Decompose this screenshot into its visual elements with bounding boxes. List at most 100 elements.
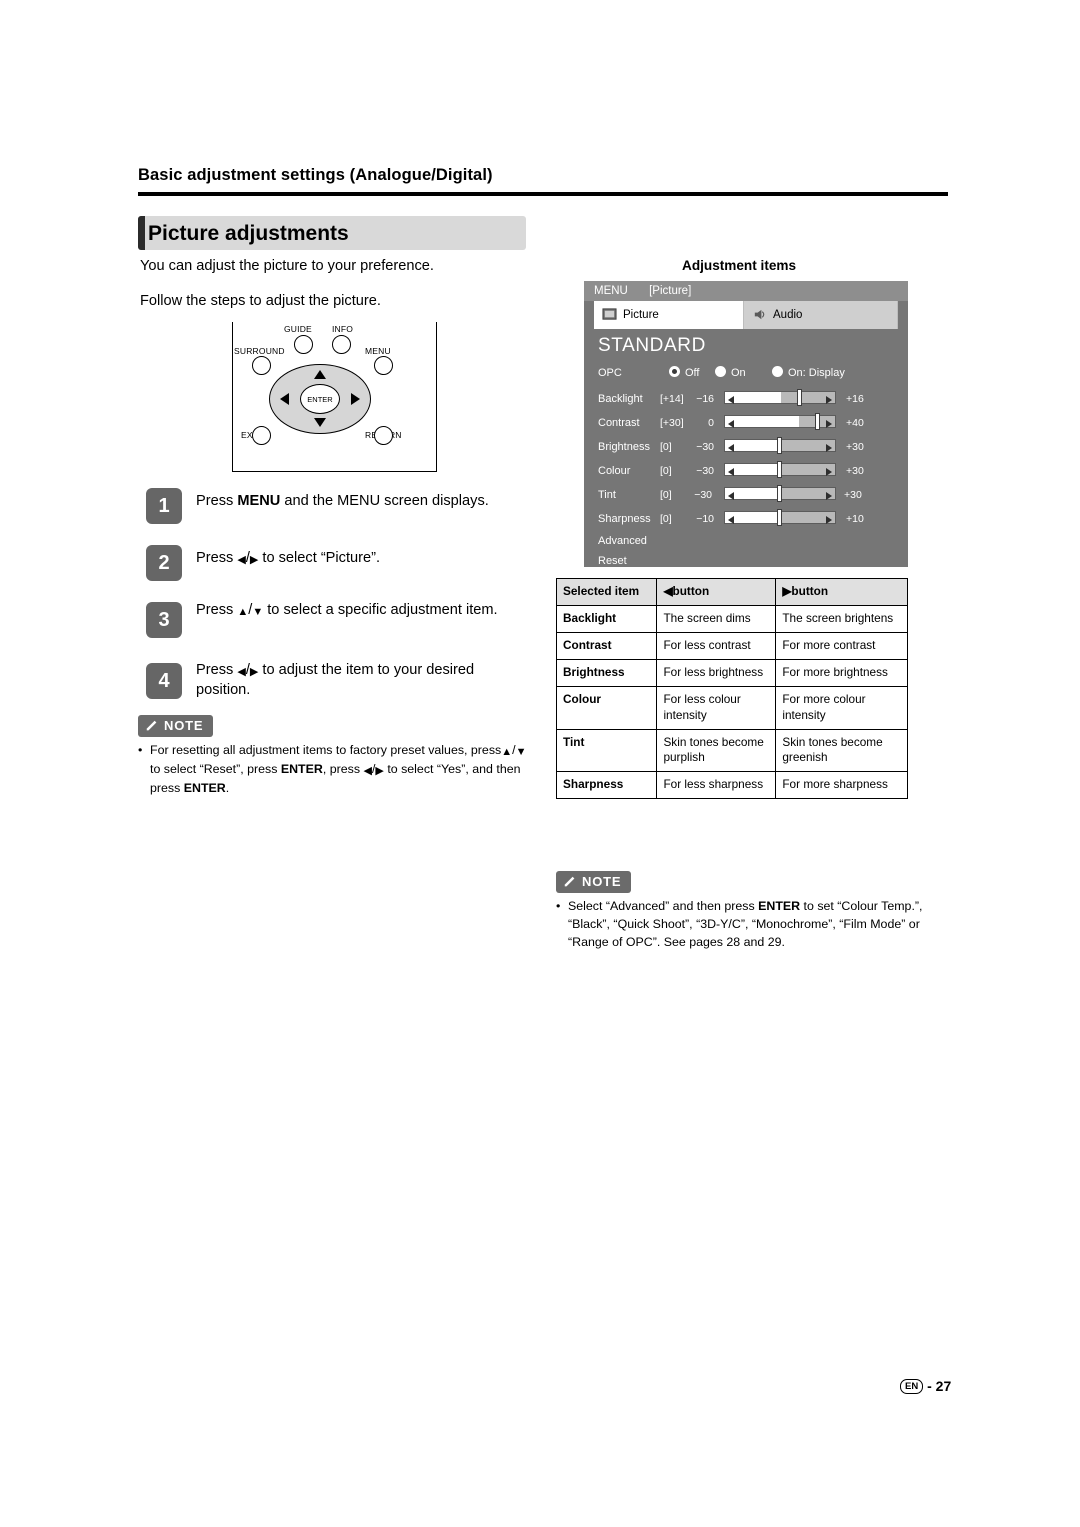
dpad-up-icon <box>314 370 326 379</box>
remote-button-return <box>374 426 393 445</box>
step-number-1: 1 <box>146 488 182 524</box>
table-cell-item: Backlight <box>555 604 658 633</box>
table-row: Sharpness For less sharpness For more sh… <box>555 771 908 800</box>
osd-preset-name: STANDARD <box>598 335 706 356</box>
osd-row-label-brightness: Brightness <box>598 441 650 453</box>
osd-opc-radio-ondisplay[interactable] <box>772 366 783 377</box>
osd-tab-picture-label: Picture <box>623 309 659 321</box>
osd-row-value-brightness: [0] <box>660 441 672 453</box>
page-footer: EN - 27 <box>900 1378 951 1394</box>
osd-opc-radio-off-dot <box>672 369 677 374</box>
adjustment-items-caption: Adjustment items <box>682 258 797 273</box>
remote-button-menu <box>374 356 393 375</box>
osd-slider-backlight[interactable] <box>724 391 836 404</box>
osd-row-value-colour: [0] <box>660 465 672 477</box>
osd-row-max-colour: +30 <box>846 465 864 477</box>
osd-slider-colour-knob[interactable] <box>777 461 782 478</box>
osd-slider-colour-right-arrow-icon[interactable] <box>826 468 832 476</box>
osd-opc-radio-off[interactable] <box>669 366 680 377</box>
table-cell-right: For more contrast <box>775 631 908 660</box>
osd-row-max-sharpness: +10 <box>846 513 864 525</box>
osd-tab-audio[interactable]: Audio <box>744 301 898 329</box>
osd-row-label-tint: Tint <box>598 489 616 501</box>
document-page: Basic adjustment settings (Analogue/Digi… <box>0 0 1080 1527</box>
table-header-right-button: ▶button <box>775 578 908 606</box>
osd-row-value-contrast: [+30] <box>660 417 684 429</box>
section-header: Basic adjustment settings (Analogue/Digi… <box>138 166 493 184</box>
intro-line-2: Follow the steps to adjust the picture. <box>140 293 381 309</box>
table-cell-left: For less contrast <box>656 631 777 660</box>
remote-label-menu: MENU <box>365 346 391 356</box>
osd-menu-label: MENU <box>594 285 628 297</box>
picture-icon <box>602 308 617 320</box>
remote-control-illustration: GUIDE INFO SURROUND MENU EXIT RETURN ENT… <box>232 322 437 472</box>
page-title: Picture adjustments <box>148 222 349 245</box>
note-left-body: • For resetting all adjustment items to … <box>138 742 538 798</box>
osd-opc-label: OPC <box>598 367 622 379</box>
pencil-icon <box>146 720 157 731</box>
dpad-left-icon <box>280 393 289 405</box>
table-cell-left: For less brightness <box>656 658 777 687</box>
page-title-bar: Picture adjustments <box>138 216 526 250</box>
table-cell-left: For less sharpness <box>656 771 777 800</box>
osd-slider-tint-knob[interactable] <box>777 485 782 502</box>
osd-slider-backlight-knob[interactable] <box>797 389 802 406</box>
table-cell-right: For more sharpness <box>775 771 908 800</box>
osd-slider-brightness-left-arrow-icon[interactable] <box>728 444 734 452</box>
osd-slider-backlight-right-arrow-icon[interactable] <box>826 396 832 404</box>
table-cell-item: Colour <box>555 685 658 730</box>
osd-row-label-colour: Colour <box>598 465 631 477</box>
osd-opc-radio-on[interactable] <box>715 366 726 377</box>
table-row: Brightness For less brightness For more … <box>555 658 908 687</box>
table-cell-left: For less colour intensity <box>656 685 777 730</box>
osd-tab-bar: Picture Audio <box>584 301 908 329</box>
osd-tab-audio-label: Audio <box>773 309 803 321</box>
osd-opc-option-off[interactable]: Off <box>685 367 699 379</box>
osd-slider-contrast-left-arrow-icon[interactable] <box>728 420 734 428</box>
osd-row-max-contrast: +40 <box>846 417 864 429</box>
osd-slider-contrast-knob[interactable] <box>815 413 820 430</box>
note-left-bullet: • <box>138 743 143 757</box>
osd-opc-option-ondisplay[interactable]: On: Display <box>788 367 845 379</box>
osd-menu-context: [Picture] <box>649 285 692 297</box>
osd-menu-bar: MENU [Picture] <box>584 281 908 301</box>
osd-slider-tint-left-arrow-icon[interactable] <box>728 492 734 500</box>
note-right-bullet: • <box>556 899 561 913</box>
osd-slider-backlight-left-arrow-icon[interactable] <box>728 396 734 404</box>
remote-label-info: INFO <box>332 324 354 334</box>
osd-slider-colour-left-arrow-icon[interactable] <box>728 468 734 476</box>
note-right-text: Select “Advanced” and then press ENTER t… <box>568 899 923 949</box>
remote-button-info <box>332 335 351 354</box>
osd-item-advanced[interactable]: Advanced <box>598 535 647 547</box>
osd-slider-contrast-right-arrow-icon[interactable] <box>826 420 832 428</box>
step-text-3: Press ▲/▼ to select a specific adjustmen… <box>196 602 498 618</box>
osd-slider-sharpness-left-arrow-icon[interactable] <box>728 516 734 524</box>
step-text-1: Press MENU and the MENU screen displays. <box>196 493 489 509</box>
table-cell-item: Tint <box>555 728 658 773</box>
table-header-selected-item: Selected item <box>555 578 658 606</box>
table-cell-right: For more colour intensity <box>775 685 908 730</box>
dpad-down-icon <box>314 418 326 427</box>
osd-tab-picture[interactable]: Picture <box>594 301 744 329</box>
osd-slider-tint-right-arrow-icon[interactable] <box>826 492 832 500</box>
osd-item-reset[interactable]: Reset <box>598 555 627 567</box>
osd-row-value-sharpness: [0] <box>660 513 672 525</box>
table-cell-right: For more brightness <box>775 658 908 687</box>
osd-row-max-brightness: +30 <box>846 441 864 453</box>
table-header-row: Selected item ◀button ▶button <box>555 578 908 606</box>
osd-slider-brightness-knob[interactable] <box>777 437 782 454</box>
osd-opc-option-on[interactable]: On <box>731 367 746 379</box>
osd-slider-sharpness-knob[interactable] <box>777 509 782 526</box>
remote-button-surround <box>252 356 271 375</box>
title-accent <box>138 216 145 250</box>
osd-row-label-sharpness: Sharpness <box>598 513 651 525</box>
osd-slider-brightness-right-arrow-icon[interactable] <box>826 444 832 452</box>
step-number-2: 2 <box>146 545 182 581</box>
note-tag-right-label: NOTE <box>582 874 622 889</box>
table-row: Contrast For less contrast For more cont… <box>555 631 908 660</box>
osd-row-label-backlight: Backlight <box>598 393 643 405</box>
osd-slider-sharpness-right-arrow-icon[interactable] <box>826 516 832 524</box>
note-tag-right: NOTE <box>556 871 632 893</box>
note-left-text: For resetting all adjustment items to fa… <box>150 743 527 795</box>
osd-row-max-tint: +30 <box>844 489 862 501</box>
